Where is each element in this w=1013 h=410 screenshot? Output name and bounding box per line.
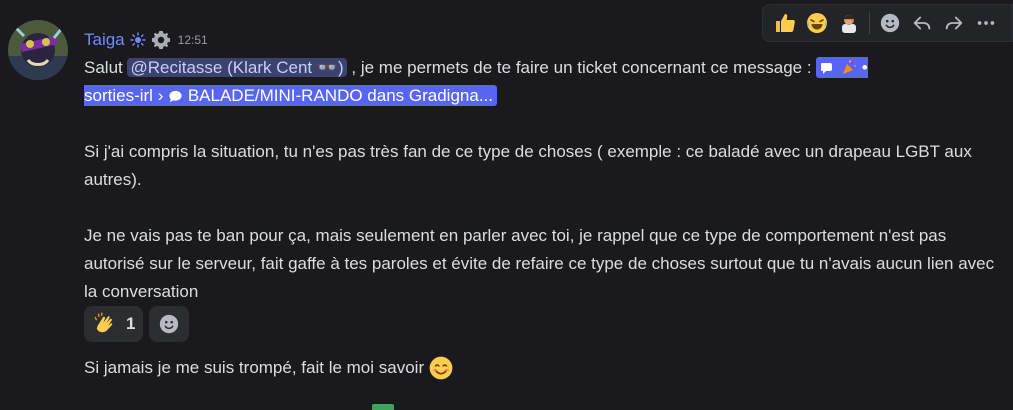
joy-emoji-button[interactable] (801, 7, 833, 39)
followup-message: Si jamais je me suis trompé, fait le moi… (84, 354, 454, 382)
message-actions-bar (762, 4, 1013, 42)
greeting-text: Salut (84, 58, 128, 77)
thumbs-up-icon (776, 14, 795, 32)
reaction-clapping[interactable]: 1 (84, 306, 144, 342)
reaction-count: 1 (126, 314, 136, 333)
message-timestamp: 12:51 (177, 33, 208, 47)
more-icon (977, 21, 995, 25)
forward-icon (945, 16, 963, 30)
blush-smile-icon (429, 356, 453, 380)
message-content: Salut @Recitasse (Klark Cent 👓) , je me … (84, 54, 1009, 306)
forward-button[interactable] (938, 7, 970, 39)
person-emoji-button[interactable] (833, 7, 865, 39)
clapping-hands-icon (94, 312, 113, 333)
add-reaction-button[interactable] (874, 7, 906, 39)
add-reaction-button[interactable] (149, 306, 190, 342)
party-popper-icon (843, 60, 857, 74)
link-dot-icon: • (861, 58, 868, 77)
person-facepalm-icon (842, 15, 856, 33)
followup-text: Si jamais je me suis trompé, fait le moi… (84, 358, 425, 377)
forum-channel-icon (821, 63, 833, 74)
reactions-row: 1 (84, 306, 190, 342)
hover-bar-separator (869, 12, 870, 34)
thumbs-up-emoji-button[interactable] (769, 7, 801, 39)
message-paragraph-1: Salut @Recitasse (Klark Cent 👓) , je me … (84, 54, 1009, 110)
gear-icon (150, 29, 172, 51)
avatar-image (8, 20, 68, 80)
add-reaction-icon (880, 13, 900, 33)
channel-link-thread: BALADE/MINI-RANDO dans Gradigna... (187, 86, 493, 105)
joy-face-icon (807, 13, 827, 33)
add-reaction-icon (160, 314, 179, 334)
reply-button[interactable] (906, 7, 938, 39)
thread-bubble-icon (169, 90, 182, 103)
message-paragraph-3: Je ne vais pas te ban pour ça, mais seul… (84, 226, 995, 301)
user-mention[interactable]: @Recitasse (Klark Cent 👓) (127, 58, 347, 77)
message-paragraph-2: Si j'ai compris la situation, tu n'es pa… (84, 142, 972, 189)
avatar[interactable] (8, 20, 68, 80)
sun-icon (129, 32, 146, 48)
more-options-button[interactable] (970, 7, 1002, 39)
reply-icon (913, 16, 931, 30)
channel-link-channel: sorties-irl (84, 86, 153, 105)
author-name[interactable]: Taiga (84, 30, 125, 50)
message-header: Taiga 12:51 (84, 28, 208, 52)
intro-text: , je me permets de te faire un ticket co… (346, 58, 817, 77)
channel-link-separator: › (157, 86, 164, 105)
chat-area: Taiga 12:51 Salut @Recitasse (Klark Cent… (0, 0, 1013, 410)
partial-emoji-icon (372, 404, 394, 410)
